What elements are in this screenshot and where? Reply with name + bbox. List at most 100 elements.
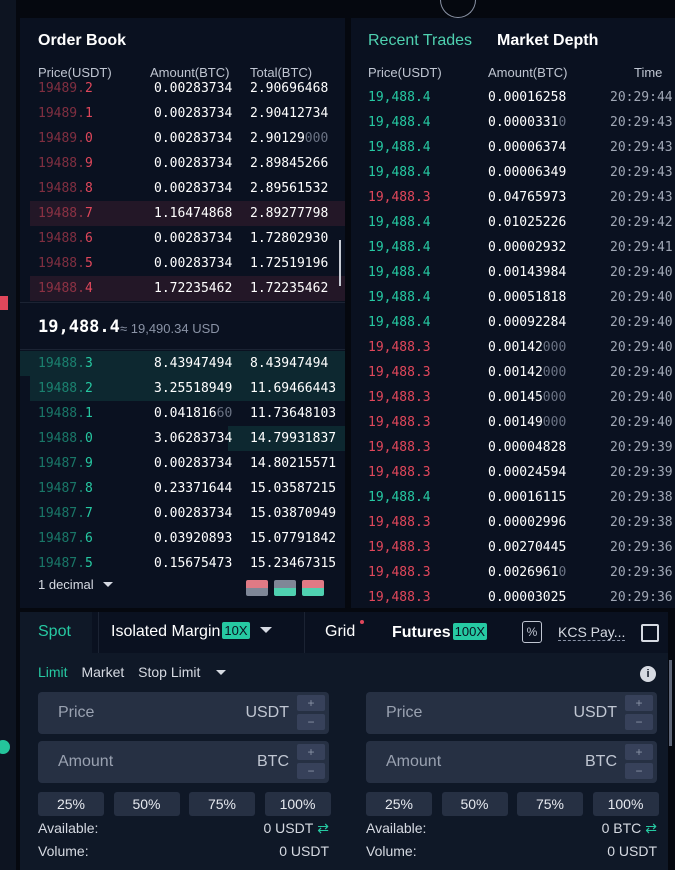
trade-time: 20:29:44: [610, 90, 673, 105]
tab-spot[interactable]: Spot: [20, 612, 92, 653]
minus-icon[interactable]: −: [297, 763, 325, 779]
buy-amount-input[interactable]: Amount BTC + −: [38, 741, 329, 783]
trade-time: 20:29:40: [610, 265, 673, 280]
trade-price: 19,488.3: [368, 590, 431, 605]
trade-row: 19,488.4 0.01025226 20:29:42: [351, 210, 675, 235]
bid-row[interactable]: 19487.9 0.00283734 14.80215571: [20, 451, 345, 476]
ask-row[interactable]: 19488.8 0.00283734 2.89561532: [20, 176, 345, 201]
trade-panel-scrollbar[interactable]: [669, 660, 672, 746]
percent-button[interactable]: 50%: [441, 792, 508, 816]
trade-time: 20:29:43: [610, 140, 673, 155]
trade-time: 20:29:40: [610, 340, 673, 355]
kcs-pay-label[interactable]: KCS Pay...: [558, 624, 626, 641]
amount-value: 0.00283734: [154, 231, 233, 246]
price-prefix: 19488.: [38, 281, 85, 296]
tab-recent-trades[interactable]: Recent Trades: [368, 32, 472, 50]
price-suffix: 0: [84, 131, 93, 146]
price-stepper: + −: [297, 695, 325, 733]
minus-icon[interactable]: −: [625, 714, 653, 730]
green-indicator-icon: [0, 740, 10, 754]
ask-row[interactable]: 19488.7 1.16474868 2.89277798: [20, 201, 345, 226]
transfer-icon[interactable]: ⇄: [645, 820, 657, 836]
order-amount: 0.00283734: [154, 131, 232, 146]
plus-icon[interactable]: +: [297, 744, 325, 760]
percent-button[interactable]: 100%: [592, 792, 659, 816]
order-book-scrollbar[interactable]: [339, 240, 341, 286]
ask-row[interactable]: 19489.0 0.00283734 2.90129000: [20, 126, 345, 151]
percent-button[interactable]: 75%: [517, 792, 583, 816]
volume-value: 0 USDT: [279, 843, 329, 859]
trade-amount-trailing-zeros: 000: [542, 415, 567, 430]
kcs-pay-checkbox[interactable]: [641, 624, 659, 642]
transfer-icon[interactable]: ⇄: [317, 820, 329, 836]
bid-row[interactable]: 19488.0 3.06283734 14.79931837: [20, 426, 345, 451]
ask-row[interactable]: 19489.1 0.00283734 2.90412734: [20, 101, 345, 126]
price-prefix: 19488.: [38, 156, 85, 171]
order-type-limit[interactable]: Limit: [38, 664, 68, 680]
trade-row: 19,488.4 0.00092284 20:29:40: [351, 310, 675, 335]
sell-price-input[interactable]: Price USDT + −: [366, 692, 657, 734]
order-price: 19487.8: [38, 481, 93, 496]
bid-row[interactable]: 19488.3 8.43947494 8.43947494: [20, 351, 345, 376]
info-icon[interactable]: i: [640, 666, 656, 682]
layout-bids-icon[interactable]: [274, 580, 296, 596]
avatar-outline-icon[interactable]: [440, 0, 476, 18]
order-type-stop-limit[interactable]: Stop Limit: [138, 664, 236, 680]
ask-row[interactable]: 19489.2 0.00283734 2.90696468: [20, 76, 345, 101]
bid-row[interactable]: 19487.5 0.15675473 15.23467315: [20, 551, 345, 576]
order-type-market[interactable]: Market: [81, 664, 124, 680]
trade-price: 19,488.3: [368, 390, 431, 405]
trade-time: 20:29:43: [610, 190, 673, 205]
decimal-selector[interactable]: 1 decimal: [38, 577, 114, 592]
plus-icon[interactable]: +: [625, 744, 653, 760]
minus-icon[interactable]: −: [625, 763, 653, 779]
bid-row[interactable]: 19488.2 3.25518949 11.69466443: [20, 376, 345, 401]
ask-row[interactable]: 19488.4 1.72235462 1.72235462: [20, 276, 345, 301]
tab-futures[interactable]: Futures 100X: [376, 612, 516, 653]
bid-row[interactable]: 19487.8 0.23371644 15.03587215: [20, 476, 345, 501]
total-value: 2.90696468: [250, 81, 329, 96]
percent-button[interactable]: 50%: [113, 792, 180, 816]
percent-button[interactable]: 75%: [189, 792, 255, 816]
trade-row: 19,488.4 0.00143984 20:29:40: [351, 260, 675, 285]
percent-button[interactable]: 100%: [264, 792, 331, 816]
buy-price-input[interactable]: Price USDT + −: [38, 692, 329, 734]
trade-row: 19,488.3 0.00142000 20:29:40: [351, 360, 675, 385]
plus-icon[interactable]: +: [625, 695, 653, 711]
price-prefix: 19488.: [38, 231, 85, 246]
tab-market-depth[interactable]: Market Depth: [497, 32, 598, 50]
layout-asks-icon[interactable]: [246, 580, 268, 596]
trade-price: 19,488.3: [368, 565, 431, 580]
trade-amount-value: 0.00002996: [488, 515, 567, 530]
header-trade-time: Time: [634, 65, 663, 80]
bid-row[interactable]: 19487.7 0.00283734 15.03870949: [20, 501, 345, 526]
ask-row[interactable]: 19488.5 0.00283734 1.72519196: [20, 251, 345, 276]
percent-button[interactable]: 25%: [38, 792, 104, 816]
amount-value: 8.43947494: [154, 356, 233, 371]
trade-price: 19,488.3: [368, 540, 431, 555]
order-amount: 0.23371644: [154, 481, 232, 496]
price-suffix: 6: [84, 231, 93, 246]
total-value: 14.79931837: [250, 431, 337, 446]
price-prefix: 19487.: [38, 456, 85, 471]
buy-available-row: Available: 0 USDT ⇄: [38, 820, 329, 836]
sell-amount-input[interactable]: Amount BTC + −: [366, 741, 657, 783]
price-suffix: 4: [84, 281, 93, 296]
trade-amount: 0.01025226: [488, 215, 566, 230]
price-prefix: 19487.: [38, 556, 85, 571]
ask-row[interactable]: 19488.6 0.00283734 1.72802930: [20, 226, 345, 251]
bid-row[interactable]: 19488.1 0.04181660 11.73648103: [20, 401, 345, 426]
trade-amount: 0.00149000: [488, 415, 566, 430]
layout-both-icon[interactable]: [302, 580, 324, 596]
bid-row[interactable]: 19487.6 0.03920893 15.07791842: [20, 526, 345, 551]
trade-price: 19,488.3: [368, 440, 431, 455]
tab-isolated-margin[interactable]: Isolated Margin 10X: [98, 612, 304, 653]
total-value: 8.43947494: [250, 356, 329, 371]
price-prefix: 19487.: [38, 506, 85, 521]
tab-grid[interactable]: Grid: [304, 612, 374, 653]
minus-icon[interactable]: −: [297, 714, 325, 730]
percent-button[interactable]: 25%: [366, 792, 432, 816]
plus-icon[interactable]: +: [297, 695, 325, 711]
ask-row[interactable]: 19488.9 0.00283734 2.89845266: [20, 151, 345, 176]
price-placeholder: Price: [58, 704, 95, 721]
